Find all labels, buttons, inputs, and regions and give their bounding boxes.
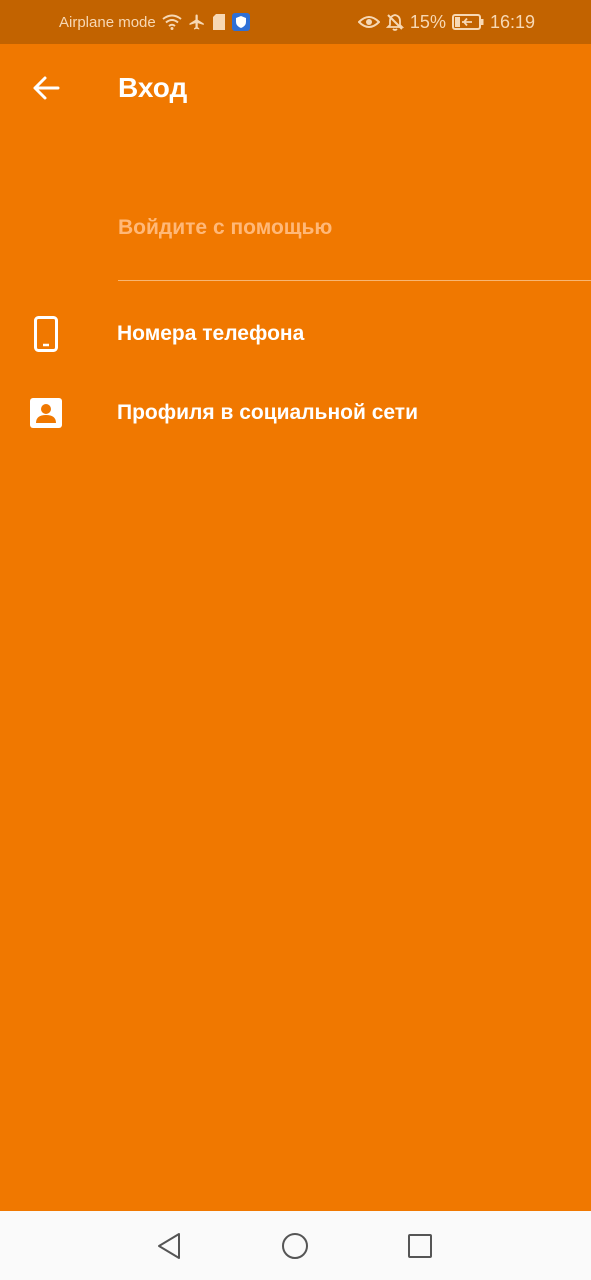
divider — [118, 280, 591, 281]
app-bar: Вход — [0, 44, 591, 136]
nav-back-button[interactable] — [151, 1228, 187, 1264]
login-option-phone[interactable]: Номера телефона — [0, 298, 591, 370]
login-option-phone-label: Номера телефона — [117, 322, 305, 345]
battery-percent: 15% — [409, 11, 446, 32]
bell-off-icon — [385, 13, 404, 31]
back-triangle-icon — [158, 1233, 180, 1259]
airplane-icon — [188, 13, 206, 31]
shield-icon — [231, 13, 250, 31]
status-bar: Airplane mode 15% 16:19 — [0, 0, 591, 44]
airplane-mode-text: Airplane mode — [59, 13, 156, 31]
home-circle-icon — [282, 1233, 308, 1259]
clock-time: 16:19 — [489, 11, 535, 32]
eye-icon — [357, 14, 380, 30]
battery-charging-icon — [451, 14, 484, 30]
nav-home-button[interactable] — [277, 1228, 313, 1264]
login-option-social-label: Профиля в социальной сети — [117, 401, 418, 424]
login-with-subtitle: Войдите с помощью — [118, 216, 333, 239]
wifi-icon — [162, 14, 182, 30]
page-title: Вход — [118, 72, 188, 103]
nav-recents-button[interactable] — [402, 1228, 438, 1264]
screen: Airplane mode 15% 16:19 Вход Войдите с п… — [0, 0, 591, 1280]
status-bar-left: Airplane mode — [59, 11, 250, 33]
status-bar-right: 15% 16:19 — [357, 10, 535, 34]
phone-icon — [28, 316, 64, 352]
contact-card-icon — [28, 395, 64, 431]
system-nav-bar — [0, 1211, 591, 1280]
back-button[interactable] — [22, 64, 70, 112]
login-option-social[interactable]: Профиля в социальной сети — [0, 377, 591, 449]
arrow-left-icon — [33, 76, 60, 100]
recents-square-icon — [408, 1234, 432, 1258]
sim-card-icon — [212, 14, 226, 30]
